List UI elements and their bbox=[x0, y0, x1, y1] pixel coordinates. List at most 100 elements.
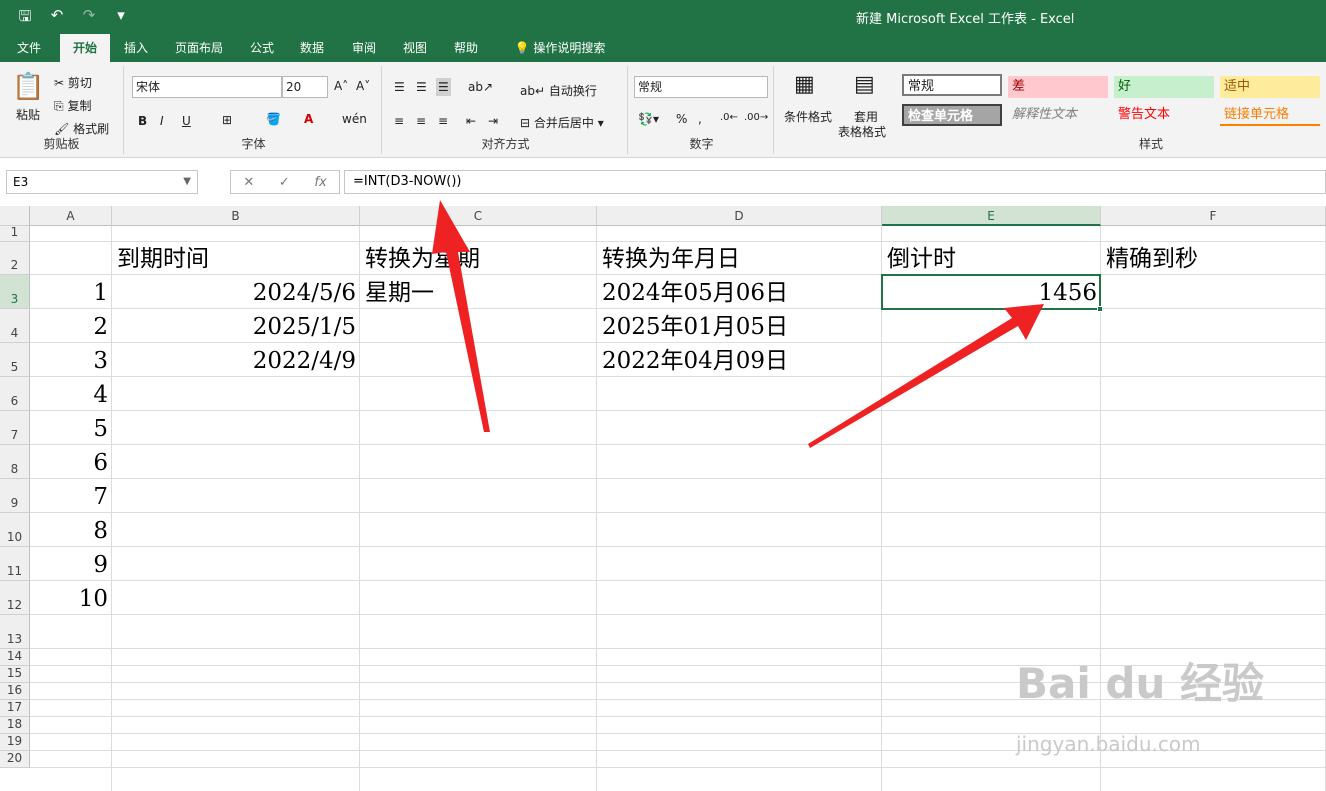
row-header-7[interactable]: 7 bbox=[0, 411, 30, 445]
grow-font-icon[interactable]: A˄ bbox=[334, 79, 348, 93]
cell-d4[interactable]: 2025年01月05日 bbox=[597, 311, 882, 343]
row-header-18[interactable]: 18 bbox=[0, 717, 30, 734]
row-header-13[interactable]: 13 bbox=[0, 615, 30, 649]
row-header-6[interactable]: 6 bbox=[0, 377, 30, 411]
cell-b4[interactable]: 2025/1/5 bbox=[112, 311, 360, 343]
tab-insert[interactable]: 插入 bbox=[114, 34, 158, 62]
increase-decimal-icon[interactable]: .0← bbox=[720, 112, 738, 123]
merge-center-button[interactable]: ⊟ 合并后居中 ▾ bbox=[520, 114, 604, 131]
row-header-11[interactable]: 11 bbox=[0, 547, 30, 581]
column-header-a[interactable]: A bbox=[30, 206, 112, 226]
font-color-icon[interactable]: A bbox=[304, 112, 313, 126]
row-header-12[interactable]: 12 bbox=[0, 581, 30, 615]
customize-qat-icon[interactable]: ▾ bbox=[110, 6, 132, 31]
row-header-9[interactable]: 9 bbox=[0, 479, 30, 513]
column-header-f[interactable]: F bbox=[1101, 206, 1326, 226]
column-header-c[interactable]: C bbox=[360, 206, 597, 226]
style-warning[interactable]: 警告文本 bbox=[1114, 104, 1214, 126]
cell-a7[interactable]: 5 bbox=[30, 413, 112, 445]
cell-a6[interactable]: 4 bbox=[30, 379, 112, 411]
cell-b3[interactable]: 2024/5/6 bbox=[112, 277, 360, 309]
shrink-font-icon[interactable]: A˅ bbox=[356, 79, 370, 93]
cell-a4[interactable]: 2 bbox=[30, 311, 112, 343]
align-middle-icon[interactable]: ☰ bbox=[416, 80, 427, 94]
style-explanatory[interactable]: 解释性文本 bbox=[1008, 104, 1108, 126]
row-header-20[interactable]: 20 bbox=[0, 751, 30, 768]
align-bottom-icon[interactable]: ☰ bbox=[436, 78, 451, 96]
phonetic-icon[interactable]: wén bbox=[342, 112, 367, 126]
row-header-1[interactable]: 1 bbox=[0, 225, 30, 242]
align-right-icon[interactable]: ≡ bbox=[438, 114, 448, 128]
row-header-5[interactable]: 5 bbox=[0, 343, 30, 377]
cell-b2[interactable]: 到期时间 bbox=[112, 243, 360, 275]
cell-a3[interactable]: 1 bbox=[30, 277, 112, 309]
currency-icon[interactable]: 💱▾ bbox=[638, 112, 659, 126]
style-linked-cell[interactable]: 链接单元格 bbox=[1220, 104, 1320, 126]
align-center-icon[interactable]: ≡ bbox=[416, 114, 426, 128]
tab-review[interactable]: 审阅 bbox=[340, 34, 388, 62]
cell-a12[interactable]: 10 bbox=[30, 583, 112, 615]
font-size-select[interactable]: 20 bbox=[282, 76, 328, 98]
table-format-button-l2[interactable]: 表格格式 bbox=[838, 123, 886, 140]
style-bad[interactable]: 差 bbox=[1008, 76, 1108, 98]
cell-c3[interactable]: 星期一 bbox=[360, 277, 597, 309]
chevron-down-icon[interactable]: ▼ bbox=[183, 171, 191, 193]
row-header-4[interactable]: 4 bbox=[0, 309, 30, 343]
comma-button[interactable]: , bbox=[698, 112, 702, 126]
paste-icon[interactable]: 📋 bbox=[12, 72, 44, 102]
tab-view[interactable]: 视图 bbox=[393, 34, 437, 62]
style-neutral[interactable]: 适中 bbox=[1220, 76, 1320, 98]
cell-b5[interactable]: 2022/4/9 bbox=[112, 345, 360, 377]
cell-a9[interactable]: 7 bbox=[30, 481, 112, 513]
paste-button[interactable]: 粘贴 bbox=[16, 106, 40, 123]
undo-icon[interactable]: ↶ bbox=[46, 6, 68, 31]
cell-a8[interactable]: 6 bbox=[30, 447, 112, 479]
tab-formulas[interactable]: 公式 bbox=[240, 34, 284, 62]
table-format-icon[interactable]: ▤ bbox=[854, 72, 875, 97]
column-header-b[interactable]: B bbox=[112, 206, 360, 226]
select-all-corner[interactable] bbox=[0, 206, 30, 226]
row-header-14[interactable]: 14 bbox=[0, 649, 30, 666]
decrease-decimal-icon[interactable]: .00→ bbox=[744, 112, 768, 123]
borders-icon[interactable]: ⊞ bbox=[222, 113, 232, 127]
number-format-select[interactable]: 常规 bbox=[634, 76, 768, 98]
cell-c2[interactable]: 转换为星期 bbox=[360, 243, 597, 275]
formula-input[interactable]: =INT(D3-NOW()) bbox=[344, 170, 1326, 194]
conditional-format-icon[interactable]: ▦ bbox=[794, 72, 815, 97]
align-top-icon[interactable]: ☰ bbox=[394, 80, 405, 94]
row-header-17[interactable]: 17 bbox=[0, 700, 30, 717]
tab-home[interactable]: 开始 bbox=[60, 34, 110, 62]
italic-button[interactable]: I bbox=[160, 114, 164, 128]
copy-button[interactable]: ⎘ 复制 bbox=[54, 97, 91, 114]
column-header-e[interactable]: E bbox=[882, 206, 1101, 226]
cell-d3[interactable]: 2024年05月06日 bbox=[597, 277, 882, 309]
cell-a10[interactable]: 8 bbox=[30, 515, 112, 547]
enter-icon[interactable]: ✓ bbox=[279, 175, 290, 190]
tell-me-search[interactable]: 💡 操作说明搜索 bbox=[505, 34, 615, 62]
row-header-15[interactable]: 15 bbox=[0, 666, 30, 683]
cell-d2[interactable]: 转换为年月日 bbox=[597, 243, 882, 275]
fill-handle[interactable] bbox=[1097, 306, 1103, 312]
row-header-16[interactable]: 16 bbox=[0, 683, 30, 700]
orientation-icon[interactable]: ab↗ bbox=[468, 80, 493, 94]
style-normal[interactable]: 常规 bbox=[902, 74, 1002, 96]
align-left-icon[interactable]: ≡ bbox=[394, 114, 404, 128]
row-header-19[interactable]: 19 bbox=[0, 734, 30, 751]
redo-icon[interactable]: ↷ bbox=[78, 6, 100, 31]
cell-d5[interactable]: 2022年04月09日 bbox=[597, 345, 882, 377]
cell-a11[interactable]: 9 bbox=[30, 549, 112, 581]
row-header-3[interactable]: 3 bbox=[0, 275, 30, 309]
cell-e2[interactable]: 倒计时 bbox=[882, 243, 1101, 275]
row-header-8[interactable]: 8 bbox=[0, 445, 30, 479]
name-box[interactable]: E3 ▼ bbox=[6, 170, 198, 194]
style-check-cell[interactable]: 检查单元格 bbox=[902, 104, 1002, 126]
tab-page-layout[interactable]: 页面布局 bbox=[164, 34, 234, 62]
decrease-indent-icon[interactable]: ⇤ bbox=[466, 114, 476, 128]
wrap-text-button[interactable]: ab↵ 自动换行 bbox=[520, 82, 597, 99]
tab-data[interactable]: 数据 bbox=[290, 34, 334, 62]
row-header-2[interactable]: 2 bbox=[0, 242, 30, 275]
increase-indent-icon[interactable]: ⇥ bbox=[488, 114, 498, 128]
fill-color-icon[interactable]: 🪣 bbox=[266, 112, 281, 126]
cancel-icon[interactable]: ✕ bbox=[243, 175, 254, 190]
font-name-select[interactable]: 宋体 bbox=[132, 76, 282, 98]
